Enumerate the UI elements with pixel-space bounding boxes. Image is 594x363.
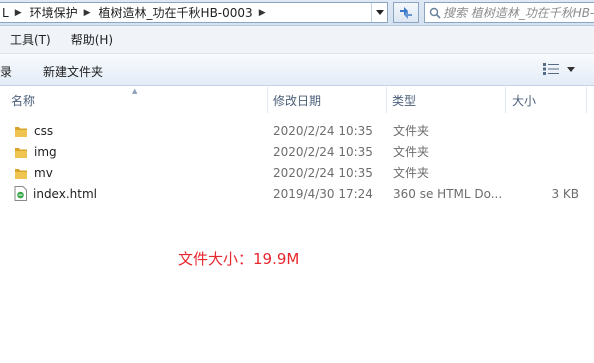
file-name: css <box>34 123 54 138</box>
breadcrumb-item[interactable]: L <box>0 6 13 20</box>
refresh-icon <box>400 6 412 19</box>
view-options-button[interactable] <box>543 63 575 75</box>
search-input[interactable]: 搜索 植树造林_功在千秋HB-0003 <box>424 2 594 23</box>
column-date[interactable]: 修改日期 <box>267 87 386 113</box>
folder-icon <box>15 168 27 179</box>
breadcrumb-separator-icon[interactable]: ▶ <box>82 8 97 18</box>
column-type-label: 类型 <box>392 93 417 108</box>
file-type: 文件夹 <box>393 145 430 159</box>
column-name[interactable]: 名称 <box>0 87 267 113</box>
folder-icon <box>15 126 27 137</box>
chevron-down-icon <box>567 66 575 72</box>
column-name-label: 名称 <box>11 93 36 108</box>
file-date: 2020/2/24 10:35 <box>273 123 373 138</box>
column-type[interactable]: 类型 <box>386 87 505 113</box>
file-type: 360 se HTML Do... <box>393 186 503 201</box>
address-row: L ▶ 环境保护 ▶ 植树造林_功在千秋HB-0003 ▶ 搜索 植树造林_功在… <box>0 0 594 26</box>
file-type: 文件夹 <box>393 124 430 138</box>
file-name-cell: mv <box>14 162 53 183</box>
file-size <box>512 162 579 183</box>
file-row[interactable]: mv 2020/2/24 10:35 文件夹 <box>0 162 594 183</box>
file-name: index.html <box>33 186 97 201</box>
column-divider[interactable] <box>586 87 587 113</box>
command-item-partial[interactable]: 录 <box>0 63 12 80</box>
search-placeholder: 搜索 植树造林_功在千秋HB-0003 <box>442 6 594 20</box>
menu-bar: 工具(T) 帮助(H) <box>0 26 594 54</box>
file-row[interactable]: img 2020/2/24 10:35 文件夹 <box>0 141 594 162</box>
file-name-cell: img <box>14 141 57 162</box>
command-bar: 录 新建文件夹 <box>0 54 594 86</box>
file-date: 2020/2/24 10:35 <box>273 144 373 159</box>
file-size <box>512 141 579 162</box>
file-size-annotation: 文件大小：19.9M <box>178 250 300 268</box>
file-row[interactable]: index.html 2019/4/30 17:24 360 se HTML D… <box>0 183 594 204</box>
column-header: ▲ 名称 修改日期 类型 大小 <box>0 87 594 113</box>
column-size[interactable]: 大小 <box>505 87 594 113</box>
html-file-icon <box>14 186 27 201</box>
file-size: 3 KB <box>551 186 579 201</box>
address-dropdown-button[interactable] <box>371 3 387 22</box>
refresh-button[interactable] <box>393 2 419 23</box>
chevron-down-icon <box>375 10 384 15</box>
file-name: mv <box>34 165 53 180</box>
file-name-cell: index.html <box>14 183 97 204</box>
file-type: 文件夹 <box>393 166 430 180</box>
breadcrumb-separator-icon[interactable]: ▶ <box>13 8 28 18</box>
file-name-cell: css <box>14 120 53 141</box>
column-size-label: 大小 <box>512 93 537 108</box>
column-date-label: 修改日期 <box>273 93 322 108</box>
file-name: img <box>34 144 57 159</box>
menu-item-help[interactable]: 帮助(H) <box>61 31 123 48</box>
new-folder-button[interactable]: 新建文件夹 <box>43 63 103 80</box>
file-row[interactable]: css 2020/2/24 10:35 文件夹 <box>0 120 594 141</box>
folder-icon <box>15 147 27 158</box>
search-icon[interactable] <box>428 7 443 19</box>
breadcrumb-item[interactable]: 植树造林_功在千秋HB-0003 <box>97 4 257 21</box>
file-date: 2019/4/30 17:24 <box>273 186 373 201</box>
file-date: 2020/2/24 10:35 <box>273 165 373 180</box>
breadcrumb-separator-icon[interactable]: ▶ <box>257 8 272 18</box>
address-bar[interactable]: L ▶ 环境保护 ▶ 植树造林_功在千秋HB-0003 ▶ <box>0 2 388 23</box>
view-list-icon <box>543 63 559 75</box>
menu-item-tools[interactable]: 工具(T) <box>0 31 61 48</box>
breadcrumb-item[interactable]: 环境保护 <box>28 4 82 21</box>
file-size <box>512 120 579 141</box>
